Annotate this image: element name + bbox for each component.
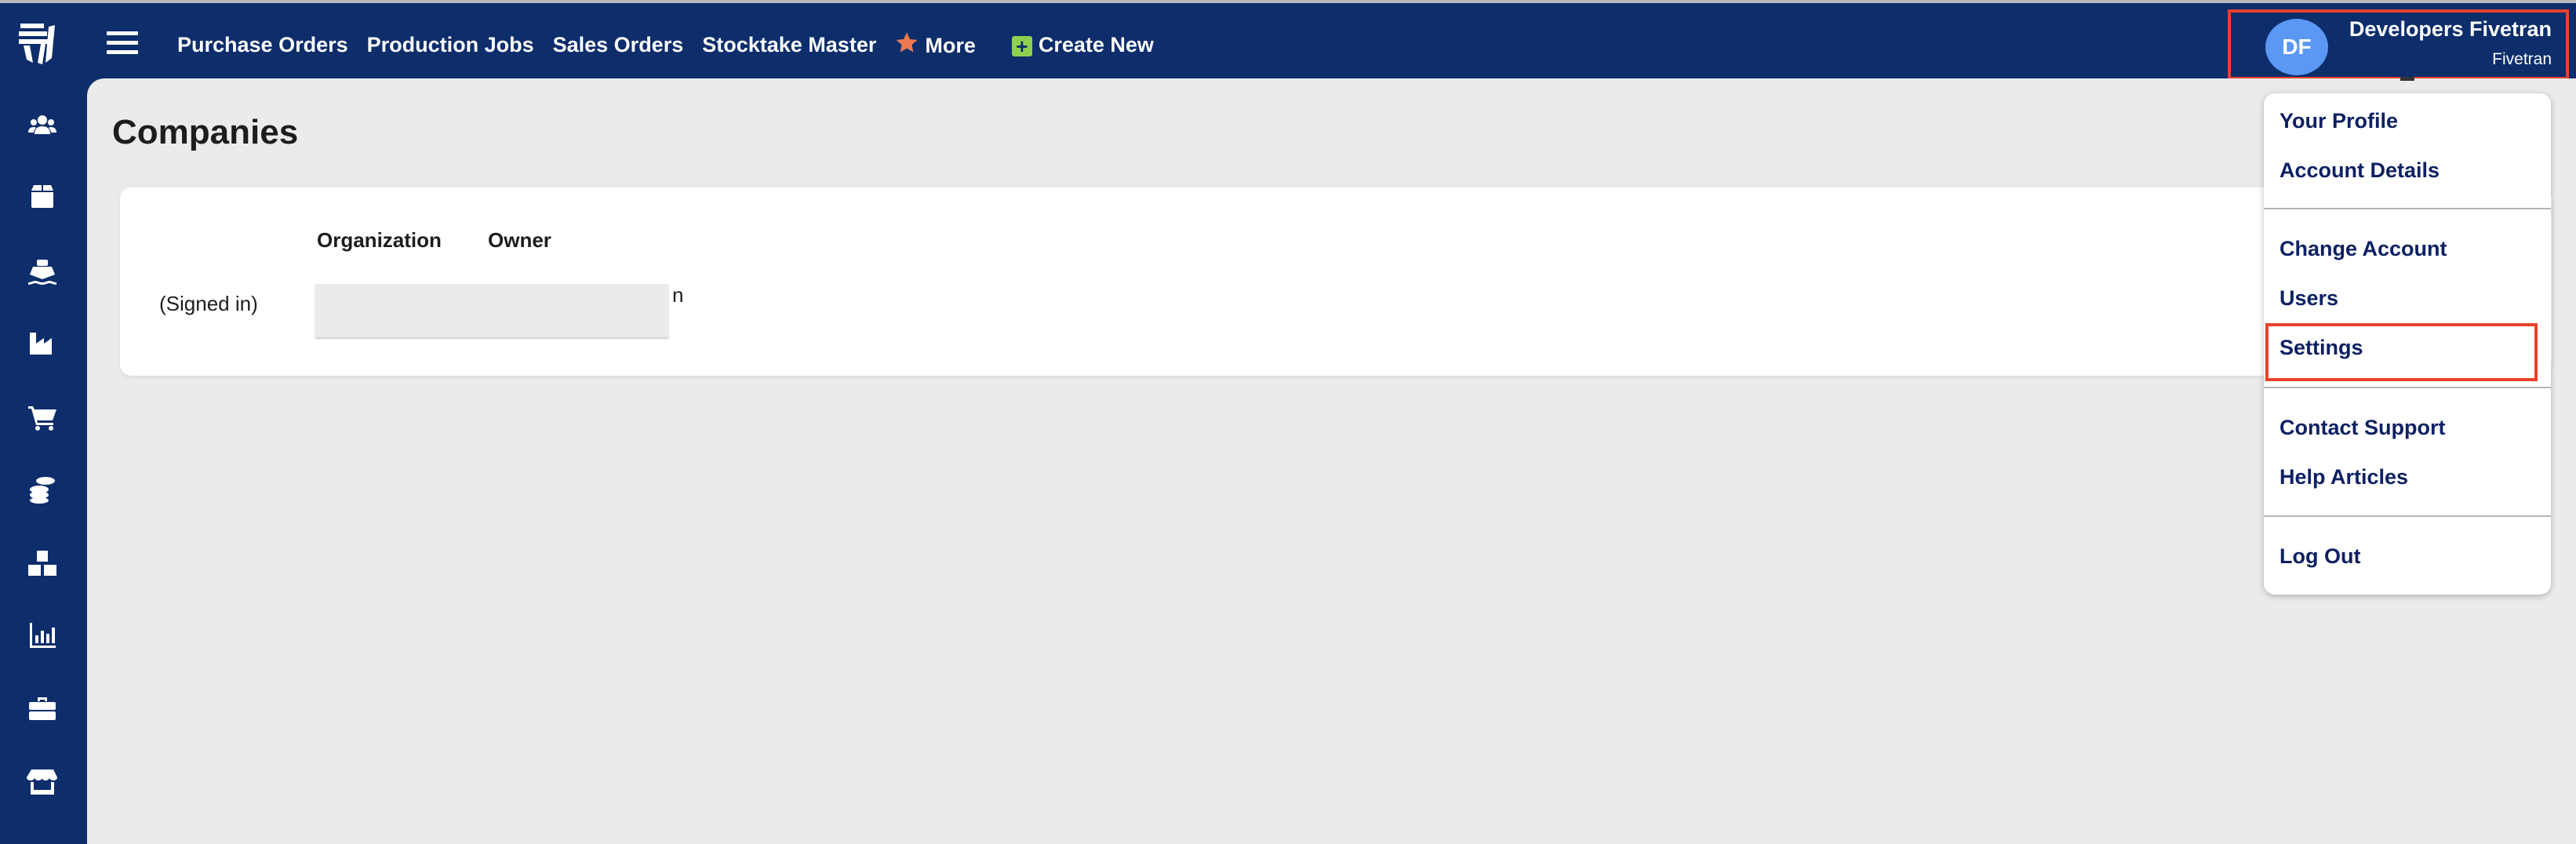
plus-square-icon: + [1011, 35, 1032, 56]
menu-contact-support[interactable]: Contact Support [2279, 416, 2445, 440]
chart-icon[interactable] [27, 620, 58, 651]
nav-stocktake-master[interactable]: Stocktake Master [702, 33, 876, 57]
menu-log-out[interactable]: Log Out [2279, 544, 2360, 569]
factory-icon[interactable] [27, 328, 58, 359]
cart-icon[interactable] [27, 402, 58, 433]
nav-more[interactable]: More [895, 31, 976, 58]
owner-text: n [672, 283, 684, 307]
main-content: Companies Organization Owner (Signed in)… [87, 78, 2576, 844]
user-dropdown-menu: Your Profile Account Details Change Acco… [2264, 93, 2551, 595]
divider [2264, 515, 2551, 517]
companies-card: Organization Owner (Signed in) n [120, 187, 2552, 376]
ship-icon[interactable] [27, 256, 58, 287]
column-organization: Organization [317, 228, 442, 252]
redacted-organization [315, 284, 668, 337]
menu-your-profile[interactable]: Your Profile [2279, 109, 2398, 133]
scrollbar[interactable] [2563, 78, 2576, 844]
signed-in-label: (Signed in) [159, 292, 258, 315]
menu-change-account[interactable]: Change Account [2279, 237, 2447, 261]
top-bar: Purchase Orders Production Jobs Sales Or… [0, 3, 2576, 80]
coins-icon[interactable] [27, 474, 58, 505]
users-icon[interactable] [27, 109, 58, 140]
boxes-icon[interactable] [27, 548, 58, 579]
store-icon[interactable] [27, 766, 58, 798]
menu-users[interactable]: Users [2279, 286, 2338, 311]
user-name: Developers Fivetran [2349, 17, 2552, 41]
nav-more-label: More [925, 34, 976, 57]
sidebar [0, 78, 87, 844]
box-icon[interactable] [27, 181, 58, 213]
create-new-label: Create New [1038, 32, 1154, 56]
star-icon [896, 32, 918, 53]
page-title: Companies [112, 113, 299, 151]
logo-icon[interactable] [17, 19, 64, 66]
nav-sales-orders[interactable]: Sales Orders [553, 33, 684, 57]
top-nav: Purchase Orders Production Jobs Sales Or… [177, 31, 1154, 58]
avatar: DF [2265, 19, 2328, 75]
create-new-button[interactable]: + Create New [1011, 32, 1154, 57]
nav-production-jobs[interactable]: Production Jobs [367, 33, 534, 57]
menu-icon[interactable] [107, 31, 138, 55]
menu-settings[interactable]: Settings [2279, 336, 2363, 360]
menu-account-details[interactable]: Account Details [2279, 158, 2440, 183]
divider [2264, 208, 2551, 209]
briefcase-icon[interactable] [27, 693, 58, 724]
nav-purchase-orders[interactable]: Purchase Orders [177, 33, 348, 57]
column-owner: Owner [488, 228, 551, 252]
menu-help-articles[interactable]: Help Articles [2279, 465, 2408, 489]
dropdown-caret [2400, 77, 2414, 81]
user-org: Fivetran [2492, 50, 2552, 68]
divider [2264, 387, 2551, 388]
user-menu-button[interactable]: DF Developers Fivetran Fivetran [2228, 9, 2569, 80]
